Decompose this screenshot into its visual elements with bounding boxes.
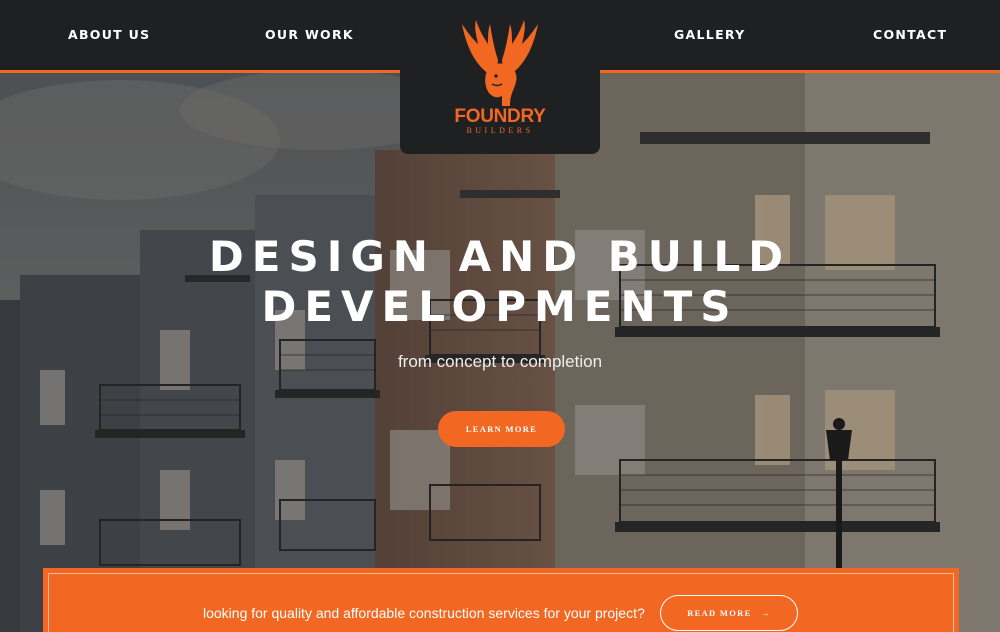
nav-contact[interactable]: CONTACT [873,27,947,42]
nav-our-work[interactable]: OUR WORK [265,27,354,42]
learn-more-button[interactable]: LEARN MORE [438,411,565,447]
cta-banner: looking for quality and affordable const… [43,568,959,632]
nav-gallery[interactable]: GALLERY [674,27,746,42]
nav-about-us[interactable]: ABOUT US [68,27,150,42]
read-more-button[interactable]: READ MORE → [660,595,798,631]
cta-frame [48,573,954,632]
site-logo[interactable]: FOUNDRY BUILDERS [400,0,600,154]
hero-headline-line1: DESIGN AND BUILD [208,232,792,281]
hero-headline-line2: DEVELOPMENTS [261,282,739,331]
logo-subtitle: BUILDERS [466,126,534,135]
read-more-label: READ MORE [687,608,752,618]
arrow-right-icon: → [760,608,771,618]
hero-tagline: from concept to completion [397,352,603,371]
winged-horse-icon [462,20,538,106]
cta-text: looking for quality and affordable const… [203,605,645,621]
hero-headline: DESIGN AND BUILD DEVELOPMENTS [100,232,900,332]
logo-wordmark: FOUNDRY [454,106,546,127]
